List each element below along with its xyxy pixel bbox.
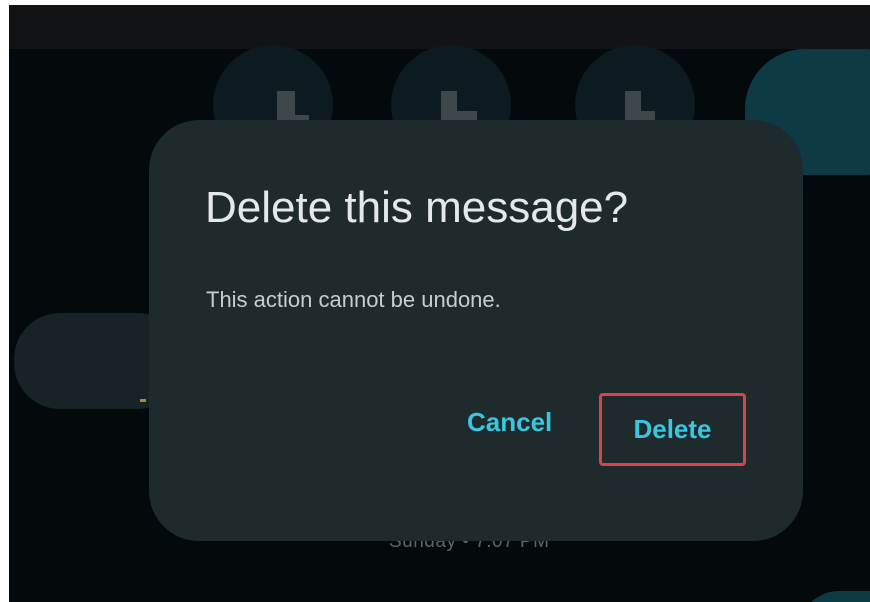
delete-confirmation-dialog: Delete this message? This action cannot …: [149, 120, 803, 541]
status-bar: [9, 5, 870, 49]
dialog-message: This action cannot be undone.: [206, 287, 501, 312]
delete-button[interactable]: Delete: [599, 393, 746, 466]
cancel-button[interactable]: Cancel: [467, 407, 552, 438]
message-bubble: [799, 591, 870, 602]
phone-screen: Sunday • 7:07 PM Delete this message? Th…: [9, 5, 870, 602]
message-indicator: [140, 399, 146, 402]
dialog-title: Delete this message?: [205, 183, 629, 232]
